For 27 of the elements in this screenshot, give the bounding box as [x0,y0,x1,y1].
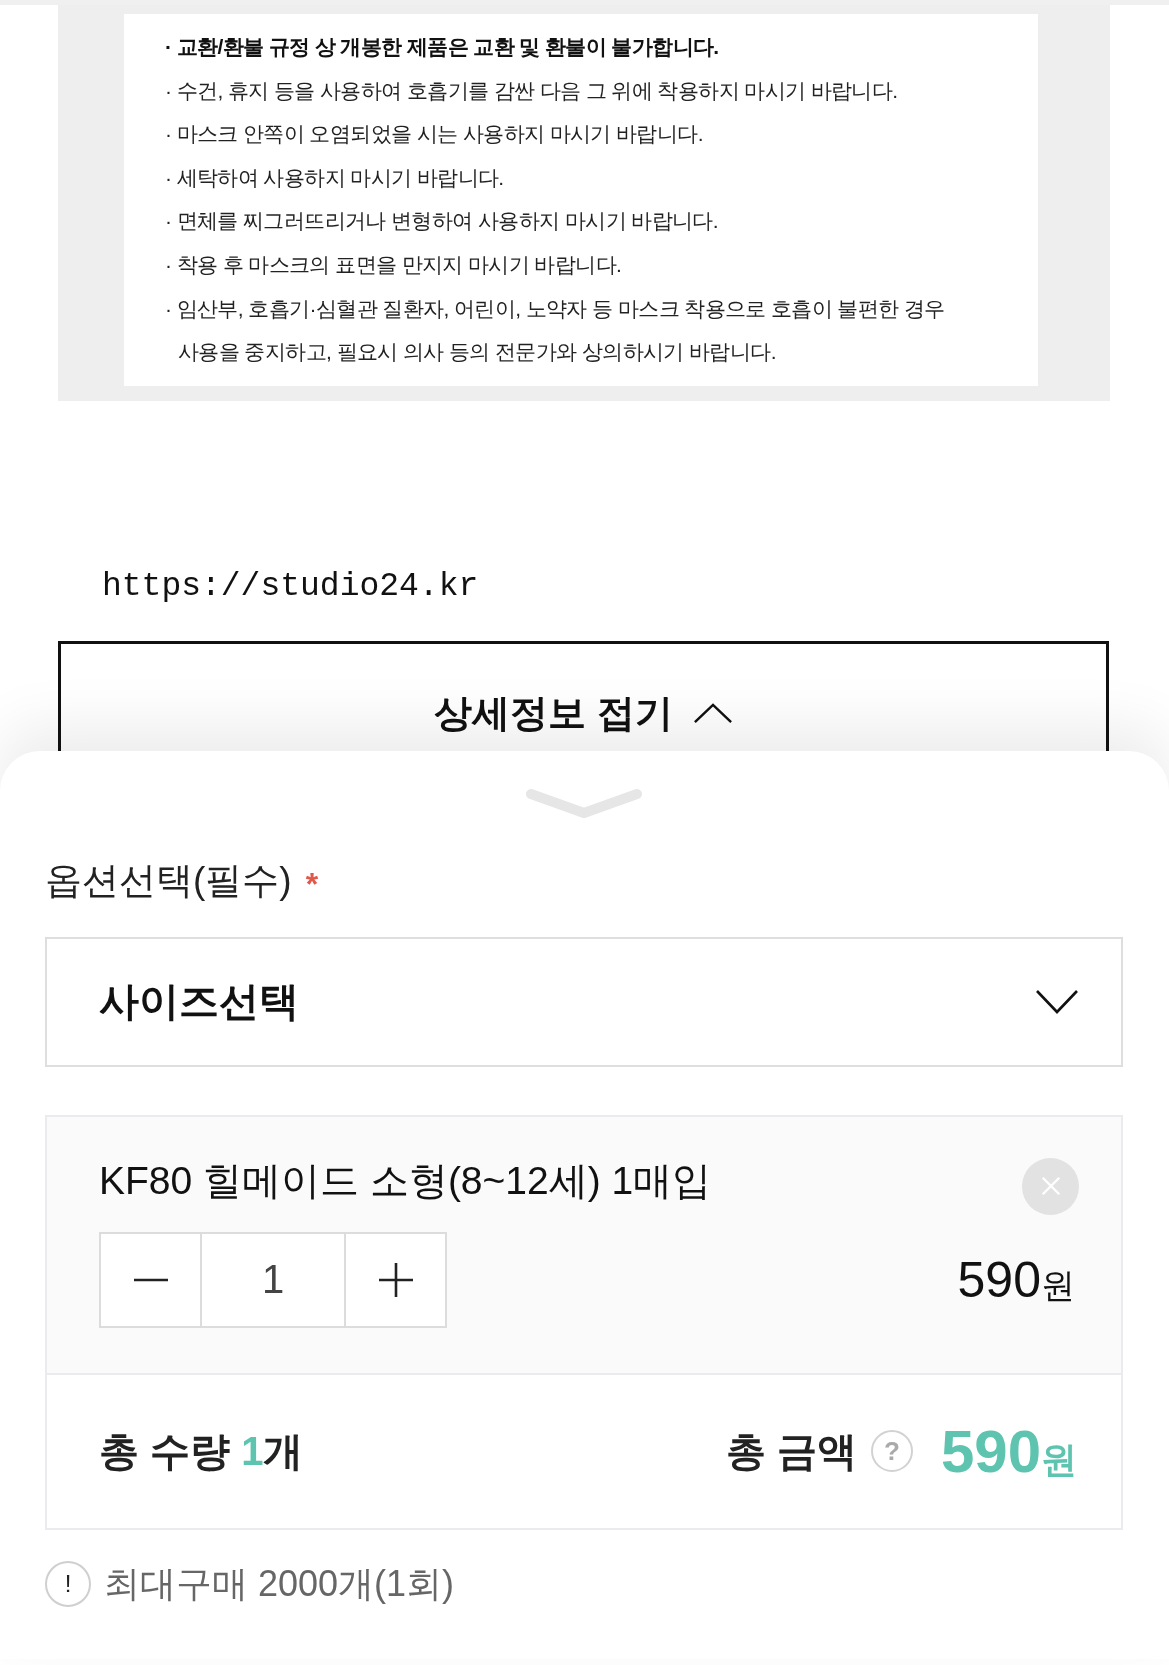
chevron-down-icon [1035,988,1079,1015]
total-amount: 590원 [940,1416,1077,1486]
minus-icon [133,1277,168,1282]
chevron-up-icon [692,702,733,724]
increase-button[interactable] [344,1231,447,1328]
required-asterisk: * [305,867,319,900]
notice-item: · 수건, 휴지 등을 사용하여 호흡기를 감싼 다음 그 위에 착용하지 마시기 바랍니다. [165,77,899,104]
total-amount-label: 총 금액 [725,1427,857,1475]
quantity-field[interactable]: 1 [200,1231,346,1328]
notice-item: · 임산부, 호흡기·심혈관 질환자, 어린이, 노약자 등 마스크 착용으로 호흡이 불편한 경우 사용을 중지하고, 필요시 의사 등의 전문가와 상의하시기 바랍니다. [165,295,946,366]
notice-item: · 면체를 찌그러뜨리거나 변형하여 사용하지 마시기 바랍니다. [165,208,720,235]
plus-icon [378,1262,413,1297]
item-name: KF80 힐메이드 소형(8~12세) 1매입 [99,1157,712,1204]
option-label: 옵션선택(필수) [45,858,292,903]
size-select[interactable]: 사이즈선택 [45,936,1123,1067]
notice-item: · 마스크 안쪽이 오염되었을 시는 사용하지 마시기 바랍니다. [165,121,704,148]
collapse-details-button[interactable]: 상세정보 접기 [58,640,1109,751]
close-icon[interactable] [1022,1157,1079,1215]
info-icon: ! [45,1561,91,1608]
notice-item: · 착용 후 마스크의 표면을 만지지 마시기 바랍니다. [165,251,623,278]
decrease-button[interactable] [99,1231,202,1328]
total-quantity: 총 수량 1개 [99,1427,304,1475]
url-text: https://studio24.kr [102,566,479,607]
item-price: 590원 [957,1250,1075,1309]
notice-item: · 교환/환불 규정 상 개봉한 제품은 교환 및 환불이 불가합니다. [165,34,720,60]
purchase-limit-text: 최대구매 2000개(1회) [104,1561,455,1606]
notice-item: · 세탁하여 사용하지 마시기 바랍니다. [165,164,505,191]
